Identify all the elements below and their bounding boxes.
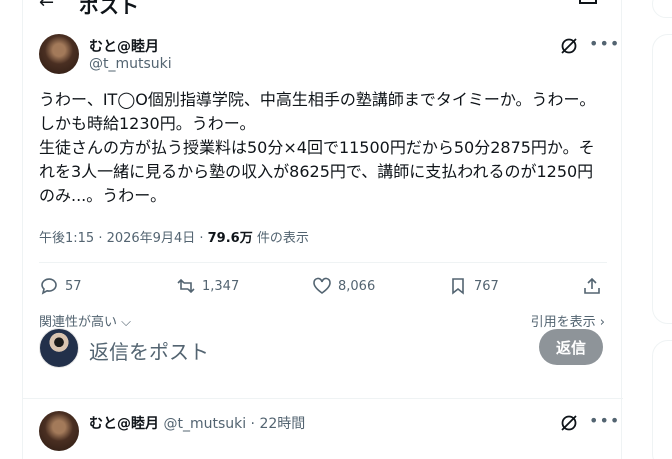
- avatar[interactable]: [39, 411, 79, 451]
- search-card[interactable]: [652, 0, 672, 18]
- repost-count: 1,347: [202, 278, 240, 294]
- back-arrow-icon[interactable]: ←: [39, 0, 54, 13]
- view-label: 件の表示: [252, 231, 309, 246]
- next-tweet-header: むと@睦月 @t_mutsuki · 22時間: [89, 413, 305, 433]
- display-name[interactable]: むと@睦月: [89, 416, 159, 432]
- sidebar-card: [652, 340, 672, 459]
- avatar[interactable]: [39, 34, 79, 74]
- reply-settings-icon[interactable]: [579, 0, 597, 4]
- heart-icon: [313, 277, 331, 294]
- tweet-meta: 午後1:15 · 2026年9月4日 · 79.6万 件の表示: [39, 227, 309, 246]
- next-tweet-meta: @t_mutsuki · 22時間: [159, 416, 306, 432]
- timestamp[interactable]: 午後1:15 · 2026年9月4日 ·: [39, 231, 208, 246]
- sidebar-card: [652, 34, 672, 324]
- display-name[interactable]: むと@睦月: [89, 36, 159, 56]
- next-tweet[interactable]: むと@睦月 @t_mutsuki · 22時間 •••: [23, 398, 623, 459]
- grok-icon[interactable]: [559, 413, 579, 433]
- reply-composer: 返信をポスト 返信: [23, 316, 623, 380]
- repost-icon: [177, 278, 195, 294]
- bookmark-icon: [452, 278, 464, 295]
- more-icon[interactable]: •••: [589, 34, 620, 53]
- view-count: 79.6万: [207, 231, 253, 246]
- like-count: 8,066: [338, 278, 376, 294]
- page-title: ポスト: [79, 0, 139, 18]
- share-icon: [584, 277, 600, 294]
- bookmark-count: 767: [474, 278, 499, 294]
- reply-button[interactable]: 返信: [539, 329, 603, 365]
- reply-input[interactable]: 返信をポスト: [89, 336, 209, 365]
- repost-action[interactable]: 1,347: [176, 276, 239, 296]
- top-bar: ← ポスト: [23, 0, 621, 18]
- main-column: ← ポスト むと@睦月 @t_mutsuki ••• うわー、IT◯O個別指導学…: [22, 0, 623, 459]
- more-icon[interactable]: •••: [589, 411, 620, 430]
- divider: [39, 262, 607, 263]
- reply-icon: [41, 278, 57, 295]
- like-action[interactable]: 8,066: [312, 276, 375, 296]
- share-action[interactable]: [582, 276, 602, 296]
- my-avatar[interactable]: [39, 328, 79, 368]
- bookmark-action[interactable]: 767: [448, 276, 499, 296]
- right-sidebar-edge: [652, 0, 672, 459]
- grok-icon[interactable]: [559, 36, 579, 56]
- handle[interactable]: @t_mutsuki: [89, 56, 172, 72]
- reply-count: 57: [65, 278, 82, 294]
- tweet-text: うわー、IT◯O個別指導学院、中高生相手の塾講師までタイミーか。うわー。しかも時…: [39, 90, 596, 205]
- action-bar: 57 1,347 8,066 767: [39, 276, 607, 302]
- reply-action[interactable]: 57: [39, 276, 82, 296]
